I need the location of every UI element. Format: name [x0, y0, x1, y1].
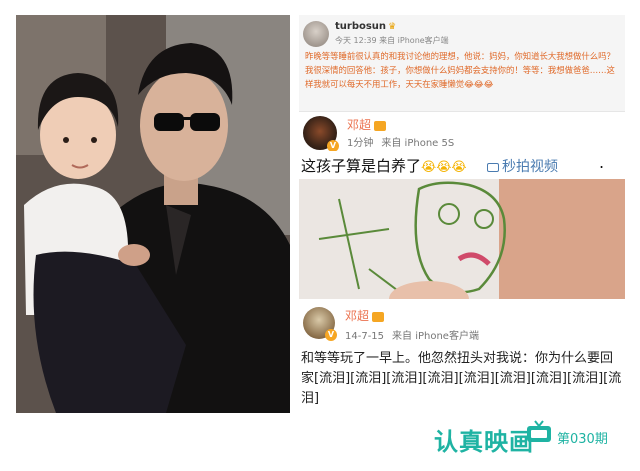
username[interactable]: 邓超: [347, 116, 387, 133]
post-time[interactable]: 14-7-15: [345, 331, 384, 342]
vip-icon: [374, 120, 387, 131]
username[interactable]: 邓超: [345, 307, 385, 324]
post-meta: 14-7-15 来自 iPhone客户端: [345, 327, 479, 342]
avatar[interactable]: [303, 21, 329, 47]
weibo-posts-column: turbosun ♛ 今天 12:39 来自 iPhone客户端 昨晚等等睡前很认…: [299, 15, 625, 413]
post-meta: 1分钟 来自 iPhone 5S: [347, 134, 454, 149]
username-text[interactable]: 邓超: [345, 309, 369, 323]
weibo-post-dengchao-2: V 邓超 14-7-15 来自 iPhone客户端 和等等玩了一早上。他忽然扭头对…: [299, 299, 625, 413]
tv-icon: [527, 420, 551, 442]
crown-icon: ♛: [388, 22, 397, 32]
photo-illustration: [16, 15, 290, 413]
verified-icon: V: [325, 329, 337, 341]
vip-icon: [372, 311, 385, 322]
father-and-son-photo: [16, 15, 290, 413]
post-body: 和等等玩了一早上。他忽然扭头对我说：你为什么要回家[流泪][流泪][流泪][流泪…: [301, 351, 622, 406]
post-text-content: 这孩子算是白养了: [301, 157, 422, 175]
post-body: 昨晚等等睡前很认真的和我讨论他的理想，他说：妈妈，你知道长大我想做什么吗？我很深…: [305, 51, 615, 89]
post-text: 这孩子算是白养了😭😭😭: [301, 155, 467, 176]
post-meta: 今天 12:39 来自 iPhone客户端: [335, 36, 449, 45]
post-time[interactable]: 1分钟: [347, 138, 373, 149]
watermark-logo: 认真映画 第030期: [430, 420, 635, 456]
username-text[interactable]: turbosun: [335, 21, 386, 32]
drawing-illustration: [299, 179, 625, 299]
post-device: 来自 iPhone客户端: [392, 331, 479, 342]
child-drawing-image: [299, 179, 625, 299]
weibo-post-dengchao-header: V 邓超 1分钟 来自 iPhone 5S: [299, 111, 625, 152]
weibo-post-turbosun: turbosun ♛ 今天 12:39 来自 iPhone客户端 昨晚等等睡前很认…: [299, 15, 625, 111]
video-link[interactable]: 秒拍视频: [487, 156, 558, 176]
trailing-punctuation: .: [599, 153, 605, 172]
post-device: 来自 iPhone 5S: [381, 138, 455, 149]
watermark-brand: 认真映画: [434, 428, 534, 456]
video-icon: [487, 162, 499, 172]
crying-emoji: 😭😭😭: [421, 160, 467, 175]
weibo-post-dengchao-body: 这孩子算是白养了😭😭😭 秒拍视频 .: [299, 151, 625, 179]
username-text[interactable]: 邓超: [347, 118, 371, 132]
video-link-label[interactable]: 秒拍视频: [502, 159, 558, 175]
username[interactable]: turbosun ♛: [335, 21, 396, 32]
issue-number: 第030期: [557, 432, 608, 447]
